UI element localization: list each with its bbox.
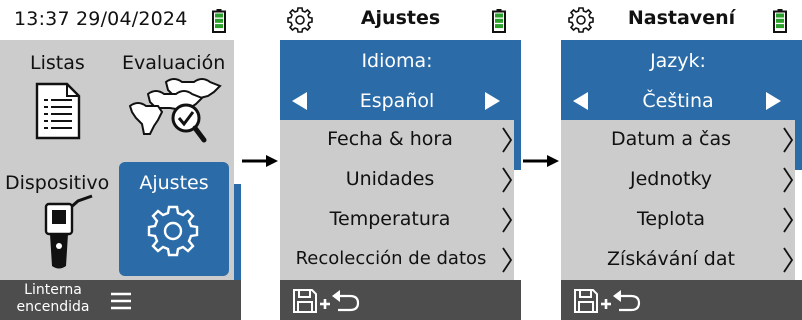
menu-item-label: Recolección de datos bbox=[295, 248, 487, 269]
menu-item-temperature[interactable]: Teplota bbox=[561, 200, 795, 240]
flashlight-status[interactable]: Linterna encendida bbox=[8, 282, 98, 316]
menu-item-units[interactable]: Unidades bbox=[280, 160, 514, 200]
gear-icon bbox=[147, 205, 199, 257]
flashlight-status-line2: encendida bbox=[16, 299, 90, 315]
battery-icon bbox=[212, 9, 226, 33]
tile-listas-label: Listas bbox=[30, 52, 85, 74]
chevron-right-icon bbox=[783, 127, 794, 153]
chevron-right-icon bbox=[502, 167, 513, 193]
menu-item-label: Datum a čas bbox=[611, 128, 731, 150]
hamburger-icon[interactable] bbox=[110, 292, 132, 310]
chevron-right-icon bbox=[783, 207, 794, 233]
menu-item-label: Fecha & hora bbox=[327, 128, 453, 150]
handheld-device-icon bbox=[44, 194, 93, 269]
flow-arrow-icon bbox=[523, 155, 559, 167]
chevron-right-icon bbox=[502, 127, 513, 153]
tile-dispositivo-label: Dispositivo bbox=[5, 172, 110, 194]
tile-ajustes-label: Ajustes bbox=[139, 172, 209, 194]
menu-item-temperature[interactable]: Temperatura bbox=[280, 200, 514, 240]
flashlight-status-line1: Linterna bbox=[24, 282, 82, 298]
scrollbar[interactable] bbox=[795, 40, 802, 170]
tile-evaluacion-label: Evaluación bbox=[122, 52, 226, 74]
language-heading: Idioma: bbox=[361, 50, 433, 72]
chevron-right-icon bbox=[502, 247, 513, 273]
menu-item-data-collection[interactable]: Recolección de datos bbox=[280, 240, 514, 280]
home-menu-grid: Listas Evaluación Dispositivo Ajustes bbox=[0, 40, 234, 280]
status-bar: Nastavení bbox=[561, 0, 802, 40]
settings-screen-cs: Nastavení Jazyk: Čeština Datum a čas Jed… bbox=[561, 0, 802, 320]
menu-item-label: Teplota bbox=[636, 208, 706, 230]
home-screen: 13:37 29/04/2024 Listas Evaluación Dispo… bbox=[0, 0, 241, 320]
settings-list: Idioma: Español Fecha & hora Unidades Te… bbox=[280, 40, 514, 280]
chevron-right-icon bbox=[783, 167, 794, 193]
menu-item-date-time[interactable]: Fecha & hora bbox=[280, 120, 514, 160]
herd-evaluation-icon bbox=[128, 78, 222, 143]
list-document-icon bbox=[35, 82, 81, 140]
settings-screen-es: Ajustes Idioma: Español Fecha & hora Uni… bbox=[280, 0, 521, 320]
page-title: Ajustes bbox=[360, 7, 441, 29]
scrollbar[interactable] bbox=[514, 40, 521, 170]
menu-item-label: Jednotky bbox=[629, 168, 713, 190]
page-title: Nastavení bbox=[627, 7, 736, 29]
status-bar: 13:37 29/04/2024 bbox=[0, 0, 241, 40]
footer-bar bbox=[280, 280, 521, 320]
battery-icon bbox=[492, 9, 506, 33]
chevron-right-icon bbox=[783, 247, 794, 273]
menu-item-label: Temperatura bbox=[329, 208, 451, 230]
footer-bar bbox=[561, 280, 802, 320]
battery-icon bbox=[773, 9, 787, 33]
menu-item-units[interactable]: Jednotky bbox=[561, 160, 795, 200]
save-and-return-icon[interactable] bbox=[573, 286, 643, 314]
flow-arrow-icon bbox=[242, 155, 278, 167]
save-and-return-icon[interactable] bbox=[292, 286, 362, 314]
chevron-right-icon bbox=[502, 207, 513, 233]
status-bar: Ajustes bbox=[280, 0, 521, 40]
arrow-right-icon[interactable] bbox=[485, 92, 500, 110]
menu-item-data-collection[interactable]: Získávání dat bbox=[561, 240, 795, 280]
language-heading: Jazyk: bbox=[650, 50, 706, 72]
footer-bar: Linterna encendida bbox=[0, 280, 241, 320]
language-value: Español bbox=[359, 90, 435, 112]
clock-datetime: 13:37 29/04/2024 bbox=[14, 8, 188, 30]
scrollbar[interactable] bbox=[234, 184, 241, 280]
language-selector[interactable]: Jazyk: Čeština bbox=[561, 40, 795, 120]
menu-item-date-time[interactable]: Datum a čas bbox=[561, 120, 795, 160]
tile-ajustes[interactable]: Ajustes bbox=[119, 162, 229, 276]
menu-item-label: Unidades bbox=[345, 168, 435, 190]
settings-list: Jazyk: Čeština Datum a čas Jednotky Tepl… bbox=[561, 40, 795, 280]
language-selector[interactable]: Idioma: Español bbox=[280, 40, 514, 120]
language-value: Čeština bbox=[642, 90, 714, 112]
menu-item-label: Získávání dat bbox=[607, 248, 735, 270]
arrow-right-icon[interactable] bbox=[766, 92, 781, 110]
